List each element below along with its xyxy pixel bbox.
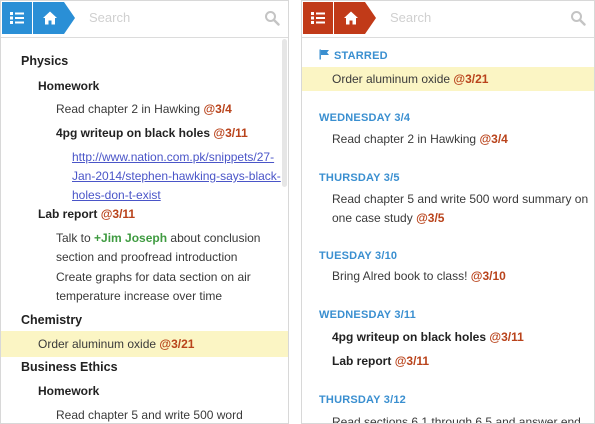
- section-label: WEDNESDAY 3/11: [319, 309, 416, 321]
- item-label: Read chapter 2 in Hawking: [56, 102, 201, 116]
- outline-item[interactable]: Create graphs for data section on air te…: [1, 268, 288, 306]
- due-date[interactable]: @3/4: [479, 132, 507, 146]
- flag-icon: [319, 48, 330, 67]
- outline-item-homework[interactable]: Homework: [1, 77, 288, 96]
- list-icon[interactable]: [9, 10, 25, 26]
- due-date[interactable]: @3/11: [489, 330, 523, 344]
- outline-item[interactable]: Talk to +Jim Joseph about conclusion sec…: [1, 229, 288, 267]
- link-text[interactable]: Jan-2014/stephen-hawking-says-black-: [72, 167, 288, 186]
- outline-item[interactable]: 4pg writeup on black holes @3/11: [1, 124, 288, 143]
- outline-item-business-ethics[interactable]: Business Ethics: [1, 358, 288, 377]
- item-label: temperature increase over time: [56, 289, 223, 303]
- toolbar: Search: [302, 1, 594, 38]
- item-label: Chemistry: [21, 313, 83, 327]
- outline-item[interactable]: Read chapter 5 and write 500 word: [1, 406, 288, 423]
- item-label: Read sections 6.1 through 6.5 and answer…: [332, 415, 581, 424]
- outline-item-selected[interactable]: Order aluminum oxide @3/21: [1, 331, 288, 357]
- outline-item-physics[interactable]: Physics: [1, 52, 288, 71]
- agenda-list: STARRED Order aluminum oxide @3/21 WEDNE…: [302, 37, 594, 423]
- due-date[interactable]: @3/5: [416, 211, 444, 225]
- due-date[interactable]: @3/21: [453, 72, 488, 86]
- item-label: Homework: [38, 79, 100, 93]
- section-label: WEDNESDAY 3/4: [319, 112, 411, 124]
- item-label: Physics: [21, 54, 69, 68]
- link[interactable]: http://www.nation.com.pk/snippets/27- Ja…: [1, 148, 288, 205]
- outline-item[interactable]: Read chapter 2 in Hawking @3/4: [1, 100, 288, 119]
- item-label: section and proofread introduction: [56, 250, 238, 264]
- item-label: Lab report: [332, 354, 392, 368]
- agenda-item[interactable]: Lab report @3/11: [302, 352, 594, 371]
- date-header: THURSDAY 3/12: [302, 391, 594, 410]
- due-date[interactable]: @3/11: [213, 126, 247, 140]
- search-icon[interactable]: [570, 10, 586, 26]
- item-label: one case study: [332, 211, 413, 225]
- item-label: 4pg writeup on black holes: [56, 126, 211, 140]
- item-label: Business Ethics: [21, 360, 118, 374]
- item-label: Talk to: [56, 231, 91, 245]
- list-icon[interactable]: [310, 10, 326, 26]
- agenda-panel: Search STARRED Order aluminum oxide @3/2…: [301, 0, 595, 424]
- search-input[interactable]: Search: [89, 10, 130, 25]
- section-header-starred: STARRED: [302, 47, 594, 67]
- date-header: WEDNESDAY 3/11: [302, 306, 594, 325]
- due-date[interactable]: @3/21: [159, 337, 194, 351]
- search-icon[interactable]: [264, 10, 280, 26]
- section-label: THURSDAY 3/5: [319, 172, 400, 184]
- item-label: Read chapter 2 in Hawking: [332, 132, 477, 146]
- item-label: Lab report: [38, 207, 98, 221]
- agenda-item[interactable]: Read sections 6.1 through 6.5 and answer…: [302, 413, 594, 424]
- item-label: Order aluminum oxide: [38, 337, 157, 351]
- due-date[interactable]: @3/11: [395, 354, 429, 368]
- link-text[interactable]: holes-don-t-exist: [72, 186, 288, 205]
- agenda-item-selected[interactable]: Order aluminum oxide @3/21: [302, 67, 594, 91]
- agenda-item[interactable]: Bring Alred book to class! @3/10: [302, 267, 594, 286]
- link-text[interactable]: http://www.nation.com.pk/snippets/27-: [72, 148, 288, 167]
- breadcrumb: [2, 2, 76, 34]
- item-label: Order aluminum oxide: [332, 72, 451, 86]
- due-date[interactable]: @3/10: [471, 269, 506, 283]
- item-label: 4pg writeup on black holes: [332, 330, 487, 344]
- mention-tag[interactable]: +Jim Joseph: [94, 231, 167, 245]
- outline-item-lab-report[interactable]: Lab report @3/11: [1, 205, 288, 224]
- date-header: THURSDAY 3/5: [302, 169, 594, 188]
- agenda-item[interactable]: Read chapter 2 in Hawking @3/4: [302, 130, 594, 149]
- outline-item-chemistry[interactable]: Chemistry: [1, 311, 288, 330]
- home-icon[interactable]: [343, 10, 359, 26]
- agenda-item[interactable]: 4pg writeup on black holes @3/11: [302, 328, 594, 347]
- home-icon[interactable]: [42, 10, 58, 26]
- section-label: THURSDAY 3/12: [319, 394, 406, 406]
- item-label: Bring Alred book to class!: [332, 269, 468, 283]
- section-label: STARRED: [334, 50, 388, 62]
- due-date[interactable]: @3/11: [101, 207, 135, 221]
- breadcrumb: [303, 2, 377, 34]
- item-label: Read chapter 5 and write 500 word: [56, 408, 243, 422]
- toolbar: Search: [1, 1, 288, 38]
- item-label: Read chapter 5 and write 500 word summar…: [332, 192, 589, 206]
- outline-list: Physics Homework Read chapter 2 in Hawki…: [1, 37, 288, 423]
- search-input[interactable]: Search: [390, 10, 431, 25]
- outline-panel: Search Physics Homework Read chapter 2 i…: [0, 0, 289, 424]
- item-label: about conclusion: [170, 231, 261, 245]
- outline-item-homework[interactable]: Homework: [1, 382, 288, 401]
- section-label: TUESDAY 3/10: [319, 250, 398, 262]
- due-date[interactable]: @3/4: [203, 102, 231, 116]
- date-header: WEDNESDAY 3/4: [302, 109, 594, 128]
- item-label: Homework: [38, 384, 100, 398]
- item-label: Create graphs for data section on air: [56, 270, 251, 284]
- date-header: TUESDAY 3/10: [302, 247, 594, 266]
- agenda-item[interactable]: Read chapter 5 and write 500 word summar…: [302, 190, 594, 228]
